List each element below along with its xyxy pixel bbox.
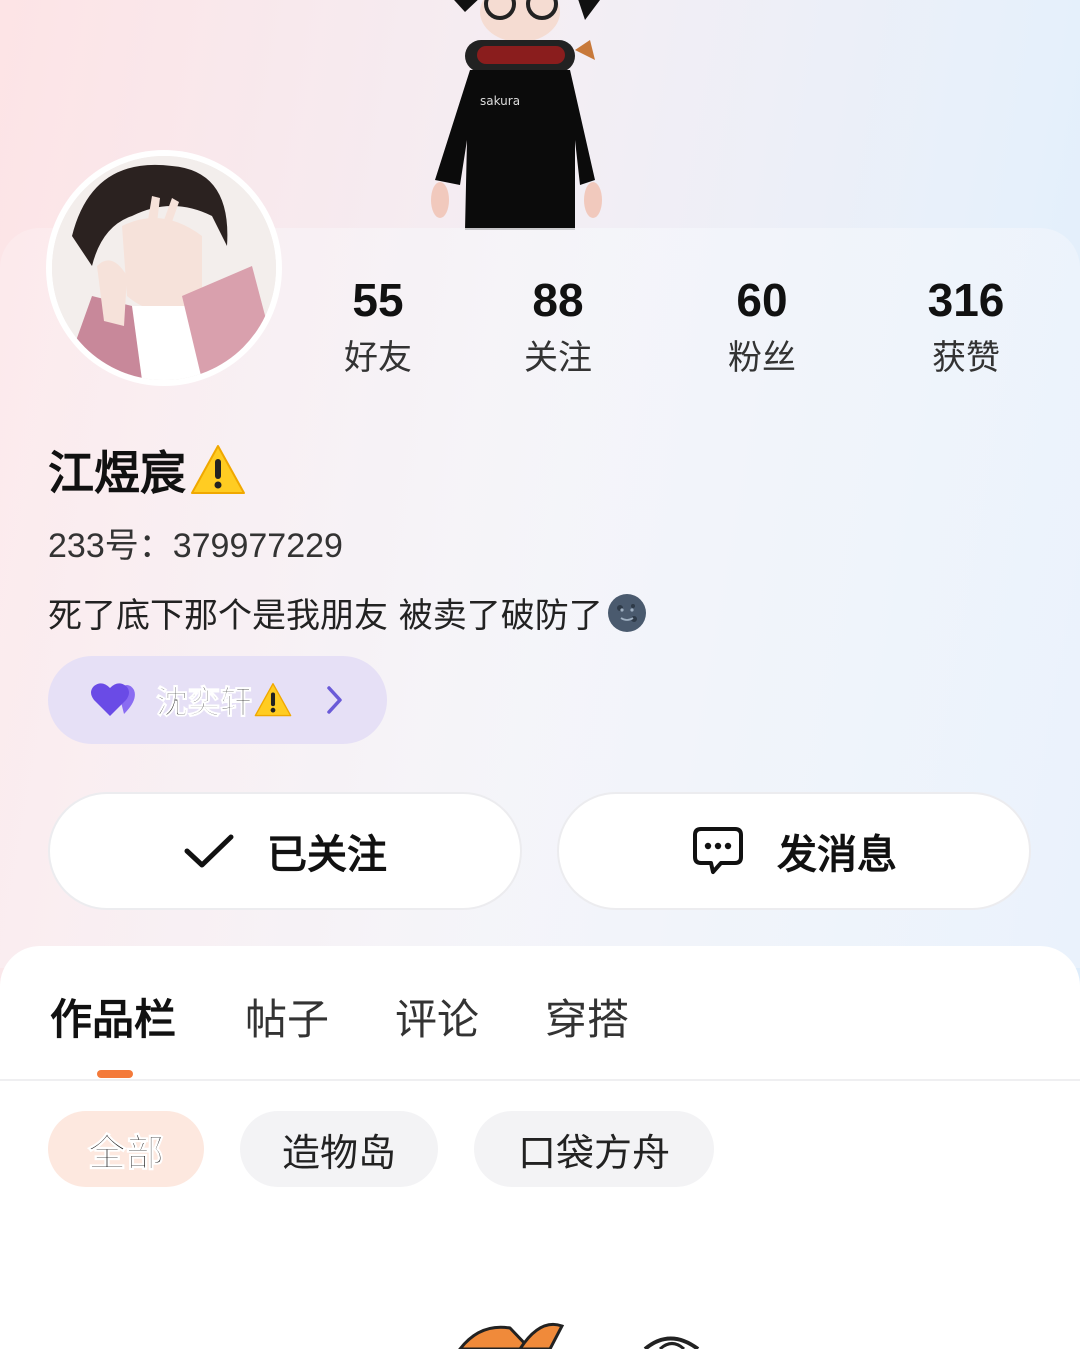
tab-outfits[interactable]: 穿搭 [545, 986, 629, 1047]
stat-following-label: 关注 [524, 338, 592, 378]
followed-button-label: 已关注 [267, 832, 387, 878]
tab-works[interactable]: 作品栏 [50, 986, 176, 1047]
stat-fans-label: 粉丝 [728, 338, 796, 378]
warning-icon [191, 445, 245, 494]
avatar-portrait [52, 156, 276, 380]
filter-creation-island[interactable]: 造物岛 [240, 1111, 438, 1187]
active-tab-indicator [97, 1070, 133, 1078]
stat-following-count: 88 [532, 274, 584, 326]
moon-face-icon [607, 593, 646, 632]
stat-likes[interactable]: 316 获赞 [886, 272, 1046, 386]
tab-comments[interactable]: 评论 [395, 986, 479, 1047]
profile-name: 江煜宸 [48, 446, 186, 500]
stat-friends[interactable]: 55 好友 [298, 272, 458, 386]
profile-bio: 死了底下那个是我朋友 被卖了破防了 [48, 588, 647, 637]
avatar-figure: sakura [431, 0, 602, 230]
filter-all[interactable]: 全部 [48, 1111, 204, 1187]
uid-label: 233号： [48, 527, 173, 565]
profile-uid: 233号：379977229 [48, 518, 343, 567]
warning-icon [254, 683, 292, 717]
send-message-button-label: 发消息 [777, 832, 897, 878]
stat-fans-count: 60 [736, 274, 788, 326]
stat-following[interactable]: 88 关注 [478, 272, 638, 386]
stat-fans[interactable]: 60 粉丝 [682, 272, 842, 386]
content-preview-image [458, 1322, 700, 1349]
uid-value: 379977229 [172, 527, 343, 565]
cp-name: 沈奕轩 [155, 683, 253, 722]
checkmark-icon [184, 834, 234, 868]
chevron-right-icon [327, 686, 342, 714]
bio-text: 死了底下那个是我朋友 被卖了破防了 [48, 596, 603, 636]
avatar[interactable] [46, 150, 282, 386]
followed-button[interactable]: 已关注 [48, 792, 522, 910]
filter-pocket-ark[interactable]: 口袋方舟 [474, 1111, 714, 1187]
figure-shirt-text: sakura [480, 94, 520, 108]
profile-name-row: 江煜宸 [48, 438, 246, 502]
stat-likes-label: 获赞 [932, 338, 1000, 378]
send-message-button[interactable]: 发消息 [557, 792, 1031, 910]
stat-friends-count: 55 [352, 274, 404, 326]
chat-bubble-icon [693, 827, 743, 874]
stat-friends-label: 好友 [344, 338, 412, 378]
tabs-divider [0, 1079, 1080, 1081]
double-heart-icon [91, 683, 135, 716]
tab-posts[interactable]: 帖子 [245, 986, 329, 1047]
stat-likes-count: 316 [927, 274, 1005, 326]
cp-relation-pill[interactable]: 沈奕轩 [48, 656, 387, 744]
